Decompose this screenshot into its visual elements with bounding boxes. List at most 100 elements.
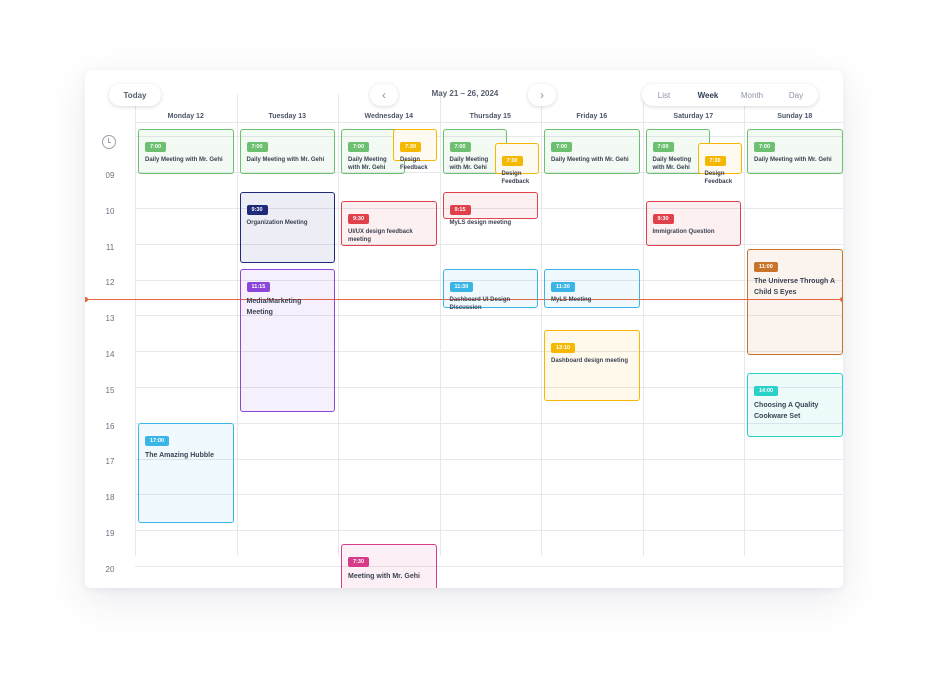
event-title: Design Feedback	[501, 171, 530, 186]
calendar-event[interactable]: 11:30 Dashboard UI Design Discussion	[442, 268, 538, 311]
chevron-left-icon: ‹	[382, 88, 386, 102]
event-title: Daily Meeting with Mr. Gehi	[449, 157, 489, 172]
event-time-badge: 7:00	[348, 142, 370, 153]
calendar-event[interactable]: 13:10 Dashboard design meeting	[544, 329, 640, 402]
row-divider	[135, 565, 843, 567]
column-divider	[236, 94, 238, 556]
event-time-badge: 7:30	[501, 156, 523, 167]
event-time-badge: 9:30	[348, 213, 370, 224]
event-time-badge: 7:30	[348, 557, 370, 568]
day-header: Saturday 17	[673, 113, 714, 120]
event-time-badge: 9:30	[652, 213, 674, 224]
event-time-badge: 7:00	[449, 142, 471, 153]
event-title: MyLS Meeting	[551, 296, 592, 303]
hour-label: 11	[105, 242, 115, 252]
event-time-badge: 11:30	[449, 281, 474, 292]
event-title: Choosing A Quality Cookware Set	[754, 401, 819, 420]
event-title: Daily Meeting with Mr. Gehi	[754, 157, 832, 164]
event-title: UI/UX design feedback meeting	[348, 228, 413, 243]
event-title: Design Feedback	[400, 157, 428, 172]
row-divider	[135, 530, 843, 532]
chevron-right-icon: ›	[540, 88, 544, 102]
view-list-button[interactable]: List	[642, 84, 686, 106]
event-title: Meeting with Mr. Gehi	[348, 573, 420, 581]
event-time-badge: 9:30	[246, 204, 268, 215]
hour-label: 13	[105, 314, 115, 324]
hour-label: 20	[105, 564, 115, 574]
row-divider	[135, 494, 843, 496]
row-divider	[135, 422, 843, 424]
next-week-button[interactable]: ›	[528, 84, 556, 106]
current-time-dot	[85, 297, 88, 303]
clock-icon	[102, 135, 116, 149]
hour-label: 18	[105, 493, 115, 503]
event-title: Immigration Question	[652, 228, 715, 235]
hour-label: 12	[105, 278, 115, 288]
view-switcher: List Week Month Day	[642, 84, 818, 106]
row-divider	[135, 458, 843, 460]
calendar-event[interactable]: 7:30 Design Feedback	[697, 143, 742, 185]
calendar-event[interactable]: 11:30 MyLS Meeting	[544, 268, 640, 309]
view-month-button[interactable]: Month	[730, 84, 774, 106]
event-title: Design Feedback	[704, 171, 733, 186]
event-time-badge: 14:00	[754, 385, 779, 396]
hour-label: 14	[105, 350, 115, 359]
view-day-button[interactable]: Day	[774, 84, 818, 106]
hour-label: 19	[105, 529, 115, 538]
today-button[interactable]: Today	[109, 84, 161, 106]
event-title: MyLS design meeting	[449, 219, 512, 226]
day-header: Thursday 15	[469, 113, 511, 120]
event-time-badge: 7:00	[652, 142, 674, 153]
event-title: Organization Meeting	[246, 219, 308, 226]
calendar-event[interactable]: 17:00 The Amazing Hubble	[138, 422, 234, 523]
event-title: The Universe Through A Child S Eyes	[754, 278, 835, 297]
column-divider	[642, 94, 644, 556]
column-divider	[541, 94, 542, 556]
calendar-card: 09 10 11 12 13 14 15 16 17 18 19 20 Today ‹ May 21 …	[85, 70, 843, 588]
calendar-event[interactable]: 7:00 Daily Meeting with Mr. Gehi	[544, 129, 640, 174]
event-time-badge: 13:10	[551, 342, 576, 353]
calendar-event[interactable]: 7:30 Design Feedback	[393, 129, 437, 171]
event-time-badge: 11:00	[754, 262, 778, 273]
event-title: Dashboard design meeting	[551, 357, 629, 364]
event-title: Daily Meeting with Mr. Gehi	[652, 157, 692, 172]
calendar-event[interactable]: 11:15 Media/Marketing Meeting	[239, 268, 335, 412]
calendar-event[interactable]: 9:15 MyLS design meeting	[442, 191, 538, 226]
calendar-event[interactable]: 14:00 Choosing A Quality Cookware Set	[747, 372, 843, 438]
event-title: Media/Marketing Meeting	[246, 297, 302, 316]
day-header: Sunday 18	[777, 113, 813, 120]
day-header: Wednesday 14	[364, 113, 413, 120]
calendar-event[interactable]: 9:30 Immigration Question	[645, 200, 741, 246]
view-week-button[interactable]: Week	[686, 84, 730, 106]
event-time-badge: 7:00	[754, 142, 776, 153]
event-title: Dashboard UI Design Discussion	[449, 296, 511, 311]
event-time-badge: 7:00	[145, 142, 167, 153]
event-title: Daily Meeting with Mr. Gehi	[145, 157, 223, 164]
hour-label: 09	[105, 171, 115, 180]
event-title: Daily Meeting with Mr. Gehi	[551, 157, 629, 164]
event-title: Daily Meeting with Mr. Gehi	[246, 157, 325, 164]
calendar-event[interactable]: 9:30 UI/UX design feedback meeting	[341, 200, 437, 246]
calendar-event[interactable]: 7:00 Daily Meeting with Mr. Gehi	[138, 129, 234, 174]
column-divider	[744, 94, 745, 556]
calendar-event[interactable]: 7:30 Design Feedback	[494, 143, 539, 185]
hour-label: 15	[105, 385, 115, 395]
day-header: Tuesday 13	[268, 113, 307, 120]
event-title: Daily Meeting with Mr. Gehi	[348, 157, 387, 172]
hour-label: 10	[105, 206, 115, 216]
calendar-event[interactable]: 7:00 Daily Meeting with Mr. Gehi	[239, 129, 335, 174]
calendar-event[interactable]: 11:00 The Universe Through A Child S Eyes	[747, 249, 843, 355]
event-time-badge: 17:00	[145, 435, 170, 446]
calendar-event[interactable]: 9:30 Organization Meeting	[239, 191, 335, 264]
calendar-event[interactable]: 7:00 Daily Meeting with Mr. Gehi	[747, 129, 843, 174]
prev-week-button[interactable]: ‹	[370, 84, 398, 106]
event-time-badge: 7:30	[400, 142, 422, 153]
column-divider	[439, 94, 441, 556]
calendar-event[interactable]: 7:30 Meeting with Mr. Gehi	[341, 544, 437, 588]
hour-label: 17	[105, 457, 115, 467]
event-time-badge: 9:15	[449, 204, 471, 215]
event-time-badge: 11:30	[551, 281, 575, 292]
event-time-badge: 11:15	[246, 281, 271, 292]
hour-label: 16	[105, 421, 115, 431]
event-time-badge: 7:30	[704, 156, 726, 167]
